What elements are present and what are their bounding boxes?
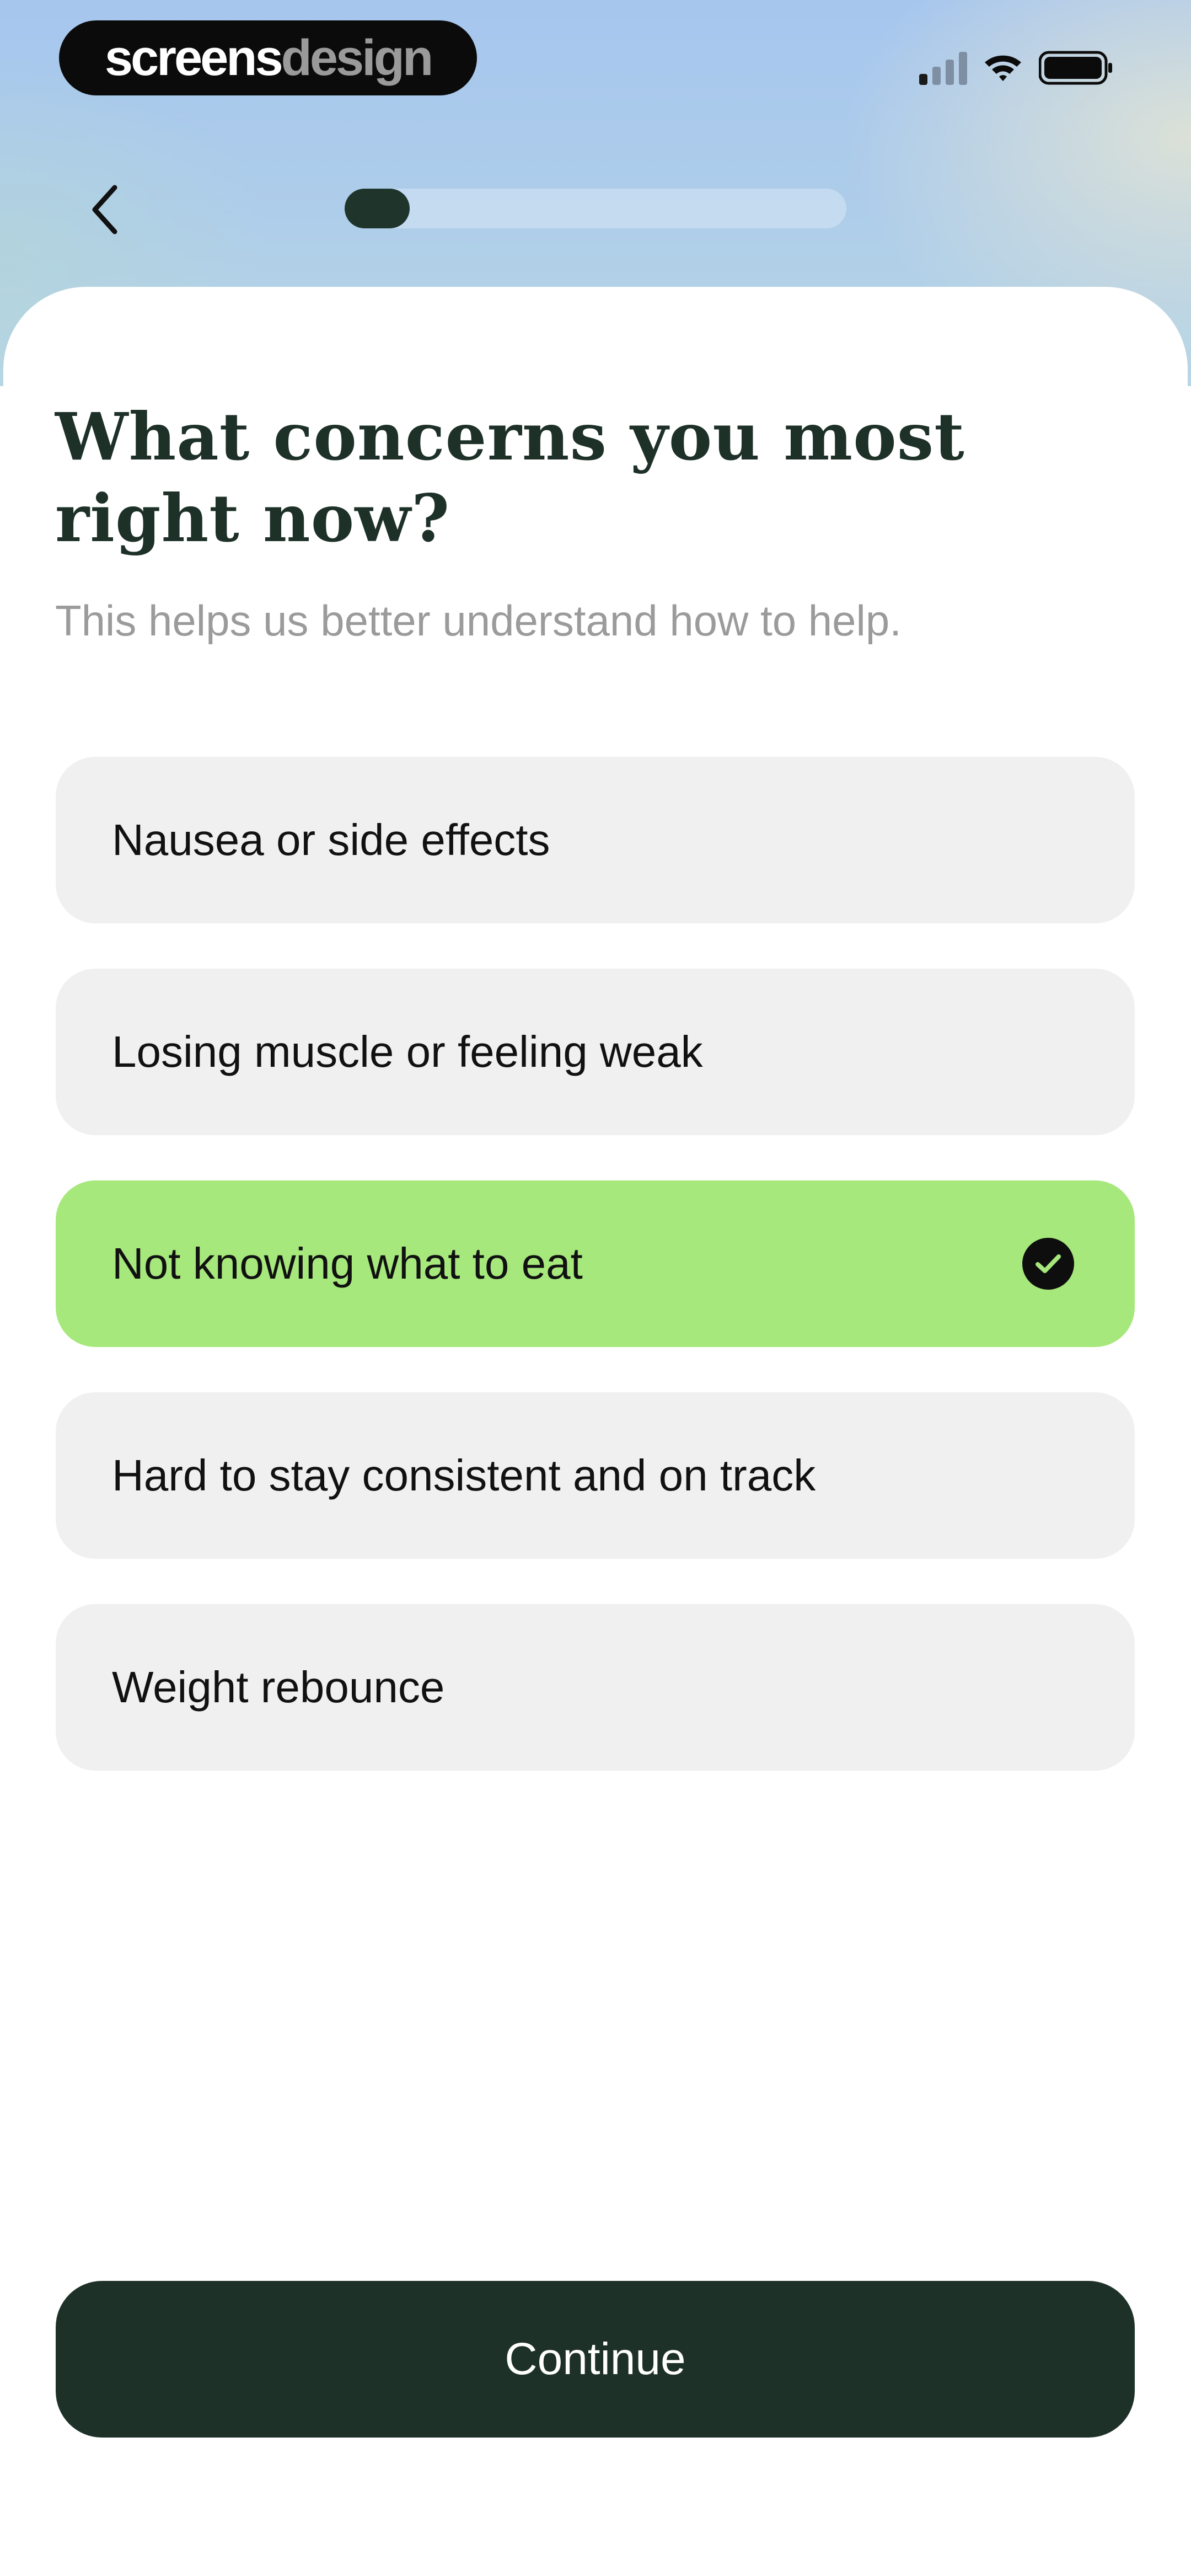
option-nausea[interactable]: Nausea or side effects (56, 757, 1135, 923)
option-label: Weight rebounce (112, 1663, 445, 1712)
status-bar-icons (919, 49, 1114, 87)
question-title: What concerns you most right now? (55, 398, 965, 557)
brand-watermark: screens design (59, 20, 477, 95)
option-label: Hard to stay consistent and on track (112, 1451, 816, 1500)
options-list: Nausea or side effects Losing muscle or … (56, 757, 1135, 1816)
cellular-signal-icon (919, 51, 967, 85)
progress-fill (345, 189, 410, 228)
option-label: Not knowing what to eat (112, 1239, 583, 1288)
option-hard-to-stay-consistent[interactable]: Hard to stay consistent and on track (56, 1392, 1135, 1559)
chevron-left-icon (92, 185, 117, 234)
brand-text-primary: screens (104, 30, 283, 86)
option-label: Nausea or side effects (112, 815, 550, 864)
checkmark-icon (1022, 1238, 1074, 1290)
continue-button[interactable]: Continue (56, 2281, 1135, 2438)
back-button[interactable] (83, 179, 127, 240)
wifi-icon (983, 52, 1023, 83)
question-subtitle: This helps us better understand how to h… (55, 596, 902, 645)
option-weight-rebounce[interactable]: Weight rebounce (56, 1604, 1135, 1771)
onboarding-progress-bar (345, 189, 846, 228)
option-losing-muscle[interactable]: Losing muscle or feeling weak (56, 969, 1135, 1135)
option-not-knowing-what-to-eat[interactable]: Not knowing what to eat (56, 1180, 1135, 1347)
battery-icon (1039, 51, 1114, 85)
brand-text-secondary: design (281, 30, 433, 86)
option-label: Losing muscle or feeling weak (112, 1027, 703, 1076)
